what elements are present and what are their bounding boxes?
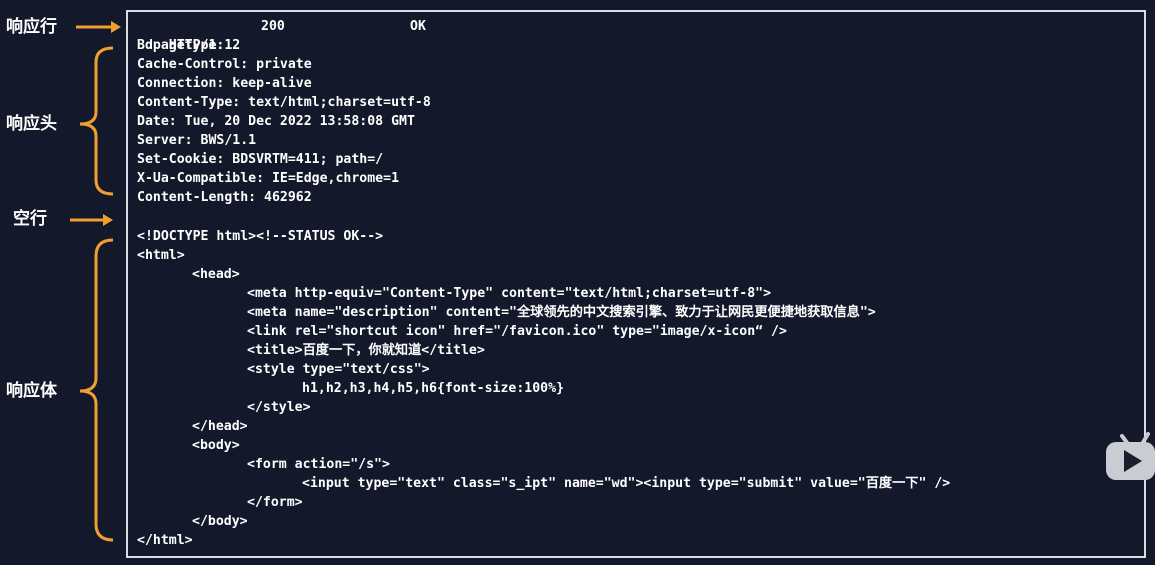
header-line: Content-Type: text/html;charset=utf-8	[137, 95, 431, 110]
response-body-label: 响应体	[6, 381, 57, 401]
body-line: <body>	[192, 438, 240, 453]
header-line: Set-Cookie: BDSVRTM=411; path=/	[137, 152, 384, 167]
body-line: <html>	[137, 248, 185, 263]
body-line: <head>	[192, 267, 240, 282]
response-line-label: 响应行	[6, 17, 57, 37]
body-line: </form>	[247, 495, 303, 510]
body-line: <title>百度一下，你就知道</title>	[247, 343, 485, 358]
blank-line-arrow-icon	[70, 214, 113, 226]
response-body-brace-icon	[79, 238, 114, 542]
header-line: Bdpagetype: 2	[137, 38, 241, 53]
body-line: </head>	[192, 419, 248, 434]
body-line: <meta http-equiv="Content-Type" content=…	[247, 286, 772, 301]
response-headers-label: 响应头	[6, 114, 57, 134]
http-response-panel: HTTP/1.1 200 OK Bdpagetype: 2 Cache-Cont…	[126, 10, 1146, 558]
body-line: <form action="/s">	[247, 457, 390, 472]
header-line: Date: Tue, 20 Dec 2022 13:58:08 GMT	[137, 114, 415, 129]
body-line: h1,h2,h3,h4,h5,h6{font-size:100%}	[302, 381, 565, 396]
body-line: </html>	[137, 533, 193, 548]
body-line: <input type="text" class="s_ipt" name="w…	[302, 476, 951, 491]
header-line: Content-Length: 462962	[137, 190, 312, 205]
body-line: <!DOCTYPE html><!--STATUS OK-->	[137, 229, 384, 244]
response-headers-brace-icon	[79, 46, 114, 196]
status-reason: OK	[410, 19, 426, 34]
body-line: <link rel="shortcut icon" href="/favicon…	[247, 324, 787, 339]
play-icon[interactable]	[1106, 428, 1155, 480]
header-line: X-Ua-Compatible: IE=Edge,chrome=1	[137, 171, 400, 186]
header-line: Cache-Control: private	[137, 57, 312, 72]
body-line: <style type="text/css">	[247, 362, 430, 377]
blank-line-label: 空行	[13, 209, 47, 229]
body-line: <meta name="description" content="全球领先的中…	[247, 305, 876, 320]
response-line-arrow-icon	[76, 21, 121, 33]
header-line: Connection: keep-alive	[137, 76, 312, 91]
body-line: </style>	[247, 400, 311, 415]
body-line: </body>	[192, 514, 248, 529]
header-line: Server: BWS/1.1	[137, 133, 257, 148]
status-code: 200	[261, 19, 285, 34]
annotation-graphics	[70, 21, 121, 542]
